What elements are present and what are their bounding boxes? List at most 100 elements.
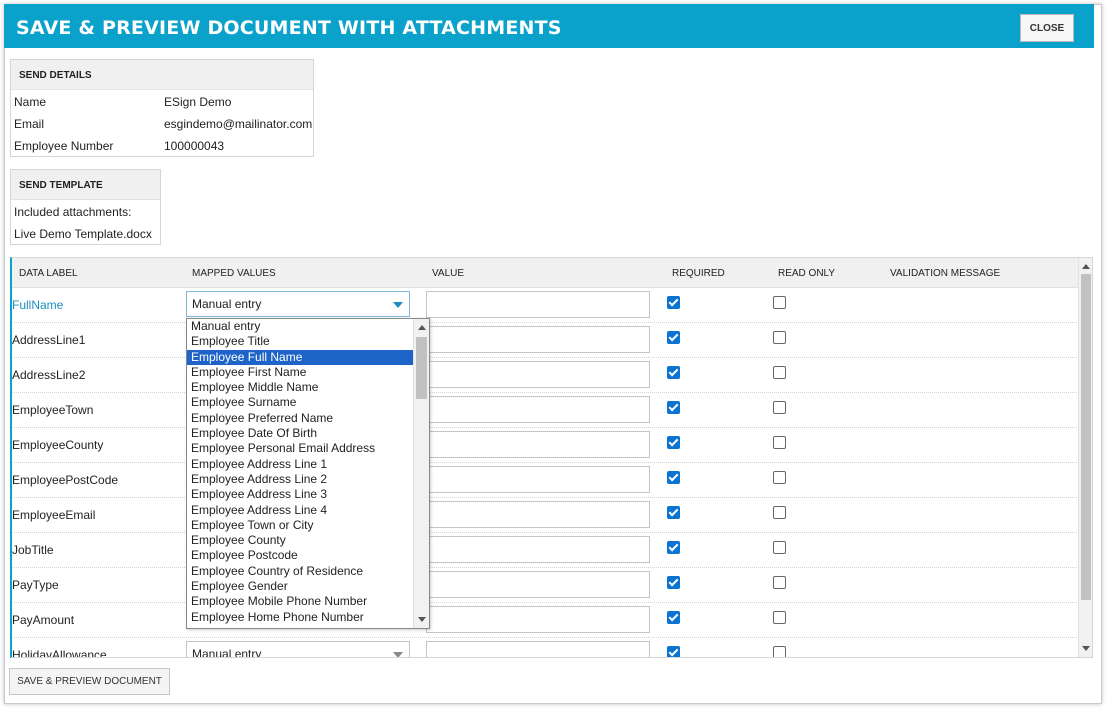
mapped-values-dropdown[interactable]: Manual entry Employee Title Employee Ful… [186, 318, 430, 629]
detail-key: Name [14, 95, 47, 109]
value-input[interactable] [426, 396, 650, 423]
dropdown-option[interactable]: Employee Postcode [187, 548, 413, 563]
scroll-up-icon[interactable] [418, 325, 426, 330]
required-checkbox[interactable] [667, 366, 680, 379]
chevron-down-icon [393, 652, 403, 657]
col-value: VALUE [432, 268, 465, 279]
col-validation-message: VALIDATION MESSAGE [890, 268, 1001, 279]
dropdown-options: Manual entry Employee Title Employee Ful… [187, 319, 413, 625]
scroll-down-icon[interactable] [418, 617, 426, 622]
scroll-down-icon[interactable] [1082, 646, 1090, 651]
read-only-checkbox[interactable] [773, 471, 786, 484]
table-row: PayType [12, 568, 1079, 603]
value-input[interactable] [426, 466, 650, 493]
send-template-header: SEND TEMPLATE [11, 170, 160, 200]
detail-row-employee-number: Employee Number 100000043 [11, 135, 313, 157]
value-input[interactable] [426, 536, 650, 563]
scroll-up-icon[interactable] [1082, 264, 1090, 269]
scrollbar-thumb[interactable] [1081, 274, 1091, 600]
required-checkbox[interactable] [667, 436, 680, 449]
required-checkbox[interactable] [667, 506, 680, 519]
read-only-checkbox[interactable] [773, 366, 786, 379]
dropdown-option[interactable]: Employee Surname [187, 395, 413, 410]
table-row: FullName Manual entry [12, 288, 1079, 323]
read-only-checkbox[interactable] [773, 296, 786, 309]
dropdown-option-selected[interactable]: Employee Full Name [187, 349, 413, 365]
dropdown-option[interactable]: Employee First Name [187, 365, 413, 380]
dropdown-option[interactable]: Employee Gender [187, 579, 413, 594]
dropdown-option[interactable]: Employee Middle Name [187, 380, 413, 395]
scrollbar-thumb[interactable] [416, 337, 427, 399]
detail-value: 100000043 [164, 139, 225, 153]
row-label: EmployeeEmail [12, 508, 96, 522]
detail-row-email: Email esgindemo@mailinator.com [11, 113, 313, 135]
table-row: JobTitle [12, 533, 1079, 568]
dropdown-option[interactable]: Employee County [187, 533, 413, 548]
dropdown-option[interactable]: Employee Personal Email Address [187, 441, 413, 456]
read-only-checkbox[interactable] [773, 541, 786, 554]
value-input[interactable] [426, 571, 650, 598]
value-input[interactable] [426, 641, 650, 657]
table-row: PayAmount [12, 603, 1079, 638]
read-only-checkbox[interactable] [773, 576, 786, 589]
close-button[interactable]: CLOSE [1020, 14, 1074, 42]
dialog-title: SAVE & PREVIEW DOCUMENT WITH ATTACHMENTS [16, 17, 562, 39]
attachments-label: Included attachments: [14, 205, 132, 219]
read-only-checkbox[interactable] [773, 646, 786, 657]
dropdown-option[interactable]: Employee Country of Residence [187, 564, 413, 579]
read-only-checkbox[interactable] [773, 506, 786, 519]
row-label: EmployeeTown [12, 403, 94, 417]
required-checkbox[interactable] [667, 331, 680, 344]
table-row: EmployeeEmail [12, 498, 1079, 533]
dropdown-option[interactable]: Employee Mobile Phone Number [187, 594, 413, 609]
dropdown-option[interactable]: Employee Address Line 2 [187, 472, 413, 487]
send-details-header: SEND DETAILS [11, 60, 313, 90]
grid-scrollbar[interactable] [1078, 258, 1092, 657]
chevron-down-icon [393, 302, 403, 308]
row-label: JobTitle [12, 543, 54, 557]
row-label: AddressLine2 [12, 368, 86, 382]
value-input[interactable] [426, 291, 650, 318]
required-checkbox[interactable] [667, 401, 680, 414]
select-value: Manual entry [192, 647, 262, 658]
mapping-grid: DATA LABEL MAPPED VALUES VALUE REQUIRED … [10, 257, 1093, 658]
dropdown-option[interactable]: Employee Address Line 3 [187, 487, 413, 502]
read-only-checkbox[interactable] [773, 331, 786, 344]
value-input[interactable] [426, 361, 650, 388]
table-row: AddressLine1 [12, 323, 1079, 358]
dropdown-option[interactable]: Employee Title [187, 334, 413, 349]
read-only-checkbox[interactable] [773, 436, 786, 449]
required-checkbox[interactable] [667, 541, 680, 554]
required-checkbox[interactable] [667, 471, 680, 484]
value-input[interactable] [426, 606, 650, 633]
dropdown-option[interactable]: Employee Address Line 1 [187, 457, 413, 472]
send-template-panel: SEND TEMPLATE Included attachments: Live… [10, 169, 161, 245]
table-row: EmployeePostCode [12, 463, 1079, 498]
read-only-checkbox[interactable] [773, 401, 786, 414]
dropdown-option[interactable]: Employee Town or City [187, 518, 413, 533]
title-bar: SAVE & PREVIEW DOCUMENT WITH ATTACHMENTS… [4, 4, 1094, 48]
dropdown-option[interactable]: Manual entry [187, 319, 413, 334]
mapped-value-select[interactable]: Manual entry [186, 291, 410, 317]
table-row: EmployeeTown [12, 393, 1079, 428]
dropdown-option[interactable]: Employee Home Phone Number [187, 610, 413, 625]
save-preview-document-button[interactable]: SAVE & PREVIEW DOCUMENT [9, 668, 170, 695]
dropdown-scrollbar[interactable] [413, 319, 429, 628]
mapped-value-select[interactable]: Manual entry [186, 641, 410, 658]
col-required: REQUIRED [672, 268, 725, 279]
dropdown-option[interactable]: Employee Address Line 4 [187, 503, 413, 518]
required-checkbox[interactable] [667, 646, 680, 657]
col-read-only: READ ONLY [778, 268, 836, 279]
value-input[interactable] [426, 501, 650, 528]
value-input[interactable] [426, 326, 650, 353]
required-checkbox[interactable] [667, 296, 680, 309]
required-checkbox[interactable] [667, 576, 680, 589]
dropdown-option[interactable]: Employee Preferred Name [187, 411, 413, 426]
value-input[interactable] [426, 431, 650, 458]
send-details-panel: SEND DETAILS Name ESign Demo Email esginde… [10, 59, 314, 157]
read-only-checkbox[interactable] [773, 611, 786, 624]
table-row: HolidayAllowance Manual entry [12, 638, 1079, 658]
row-label: AddressLine1 [12, 333, 86, 347]
required-checkbox[interactable] [667, 611, 680, 624]
dropdown-option[interactable]: Employee Date Of Birth [187, 426, 413, 441]
